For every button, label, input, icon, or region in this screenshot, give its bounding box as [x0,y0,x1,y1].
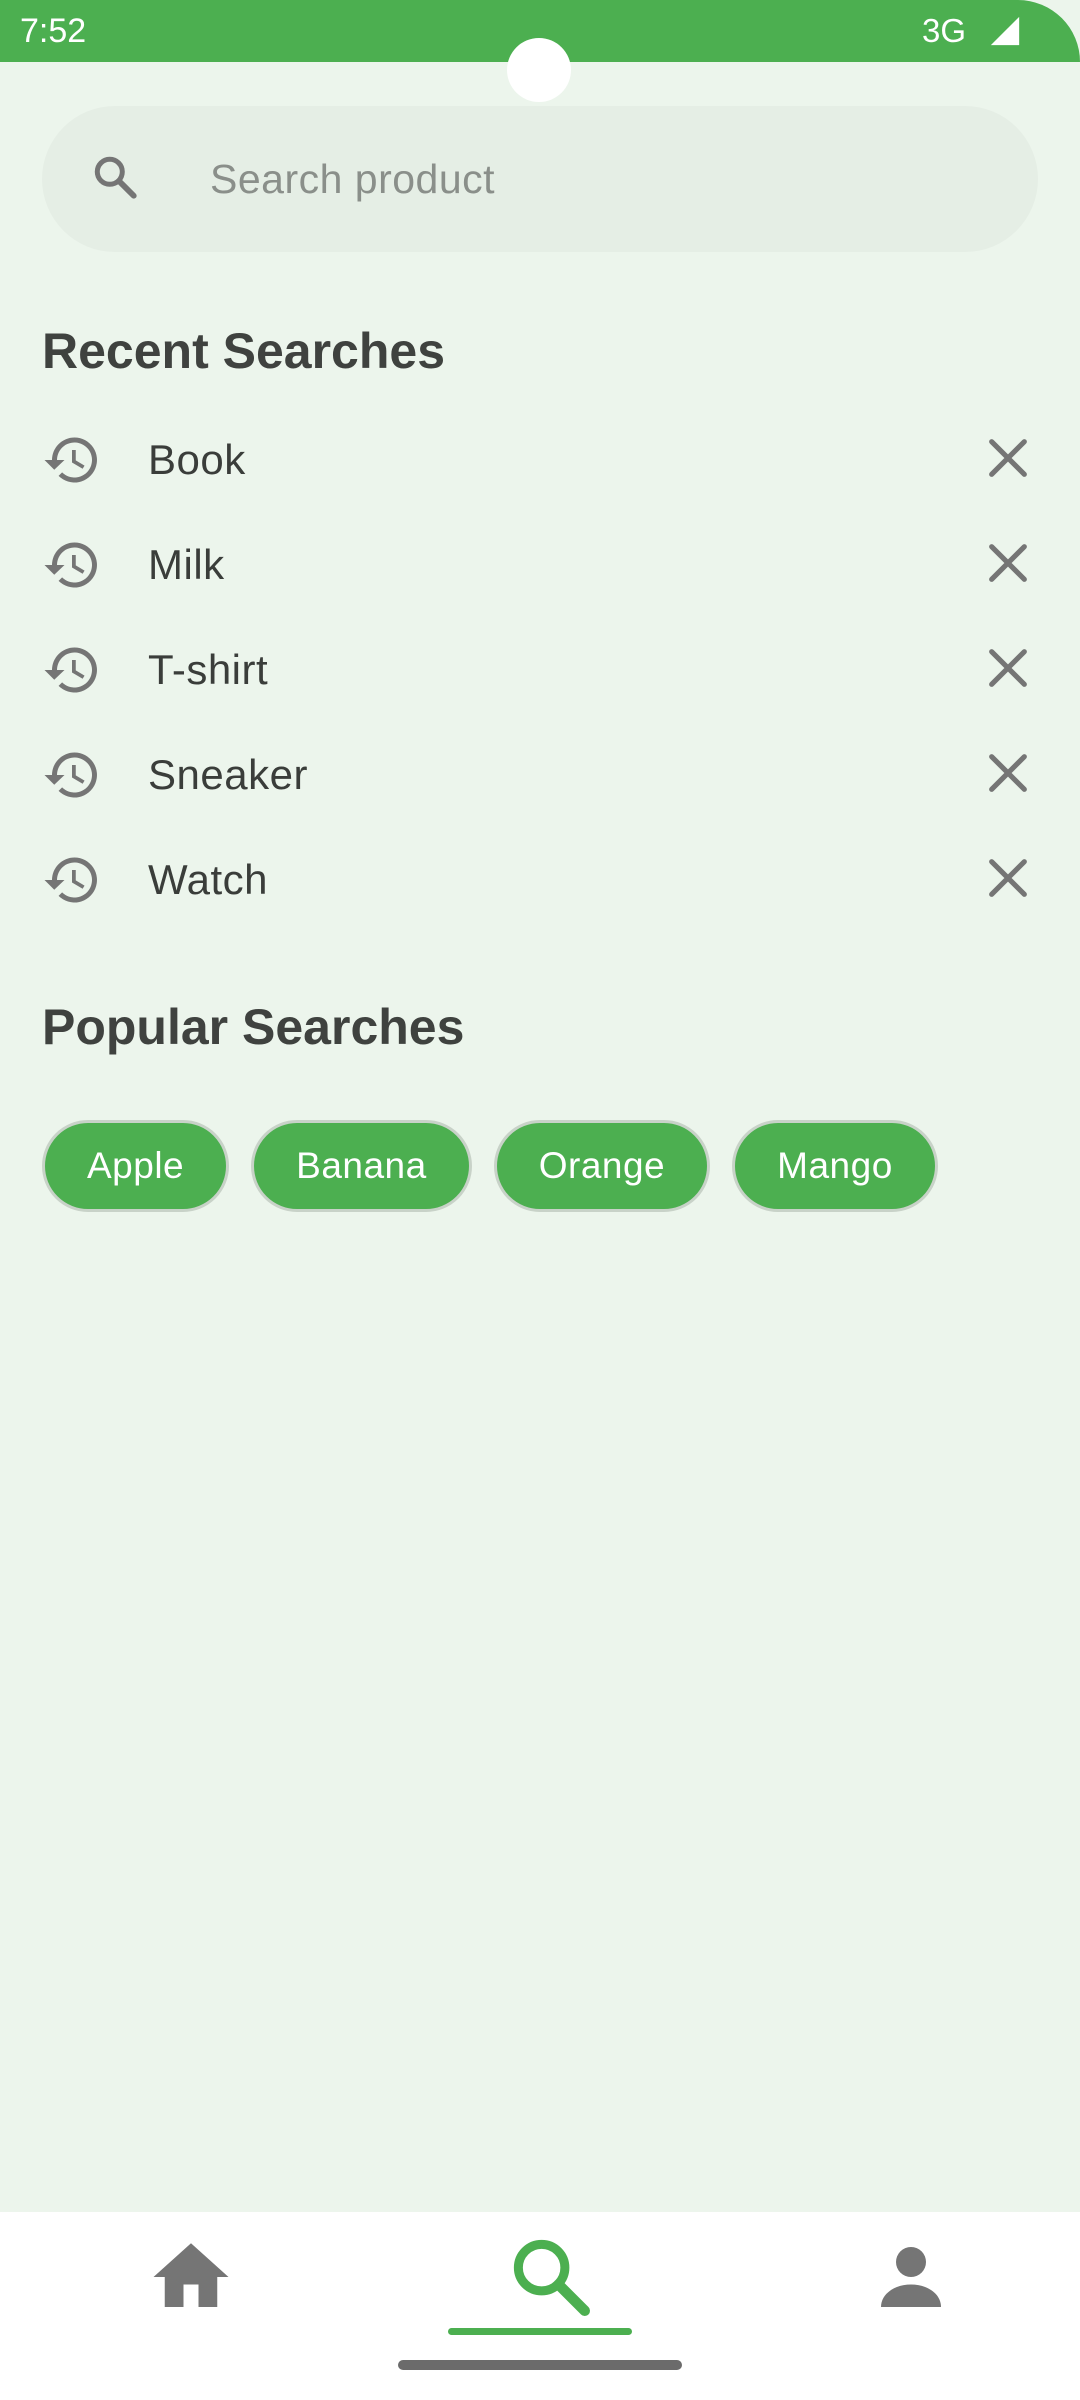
close-icon[interactable] [980,850,1036,906]
bottom-navigation [0,2212,1080,2400]
nav-search[interactable] [360,2212,720,2352]
close-icon[interactable] [980,745,1036,801]
status-time: 7:52 [20,12,87,50]
nav-home[interactable] [0,2212,360,2352]
home-icon [153,2243,229,2307]
person-icon [881,2247,941,2307]
popular-searches-title: Popular Searches [42,999,465,1055]
recent-item-watch[interactable]: Watch [0,828,1080,933]
search-icon [94,156,137,199]
recent-item-label: Sneaker [148,751,308,798]
history-icon [44,752,97,798]
search-input[interactable] [210,146,990,212]
network-type: 3G [921,12,966,49]
history-icon [44,857,97,903]
recent-item-tshirt[interactable]: T-shirt [0,618,1080,723]
history-icon [44,647,97,693]
recent-searches-title: Recent Searches [42,323,446,379]
history-icon [44,542,97,588]
chip-apple[interactable]: Apple [42,1120,230,1212]
chip-banana[interactable]: Banana [251,1120,472,1212]
recent-item-label: Watch [148,856,268,903]
close-icon[interactable] [980,430,1036,486]
camera-cutout [507,38,571,102]
nav-profile[interactable] [720,2212,1080,2352]
recent-item-label: T-shirt [148,646,269,693]
recent-item-label: Milk [148,541,225,588]
recent-item-book[interactable]: Book [0,408,1080,513]
close-icon[interactable] [980,535,1036,591]
history-icon [44,437,97,483]
active-tab-indicator [448,2328,632,2335]
close-icon[interactable] [980,640,1036,696]
search-screen: 7:52 3G Recent Searches Book Milk [0,0,1080,2400]
popular-chips: Apple Banana Orange Mango [42,1120,938,1212]
chip-orange[interactable]: Orange [493,1120,711,1212]
signal-icon [990,16,1020,46]
search-icon [513,2239,590,2316]
recent-item-label: Book [148,436,246,483]
chip-mango[interactable]: Mango [732,1120,938,1212]
recent-item-sneaker[interactable]: Sneaker [0,723,1080,828]
recent-item-milk[interactable]: Milk [0,513,1080,618]
gesture-home-bar[interactable] [398,2360,682,2370]
